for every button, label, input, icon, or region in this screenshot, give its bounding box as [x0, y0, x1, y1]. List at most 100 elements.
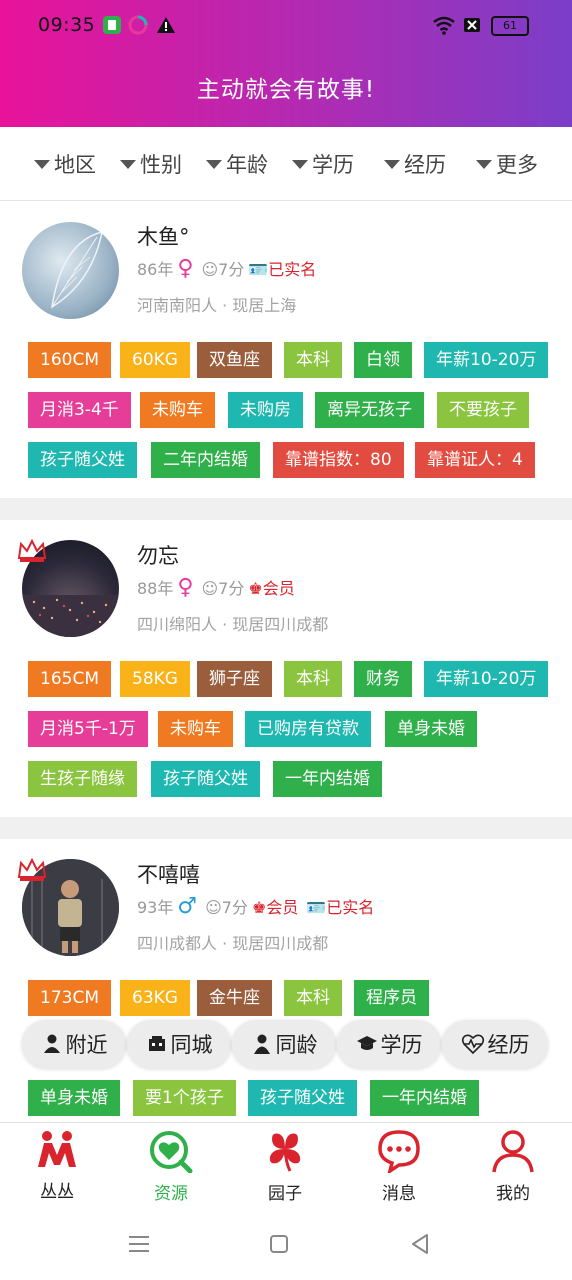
- card-divider: [0, 498, 572, 520]
- male-icon: ♂: [177, 893, 198, 919]
- profile-card[interactable]: 勿忘 88年 ♀ ☺7分 ♚会员 四川绵阳人 · 现居四川成都 165CM 58…: [0, 520, 572, 817]
- people-icon: [38, 1131, 76, 1167]
- nav-tab-messages[interactable]: 消息: [342, 1129, 456, 1204]
- profile-location: 四川成都人 · 现居四川成都: [137, 934, 329, 953]
- tag: 金牛座: [197, 980, 272, 1016]
- tag: 160CM: [28, 342, 111, 378]
- nav-label: 消息: [382, 1184, 416, 1204]
- profile-name: 不嘻嘻: [137, 863, 200, 887]
- tag: 58KG: [120, 661, 190, 697]
- tag: 月消3-4千: [28, 392, 131, 428]
- clover-icon: [269, 1133, 301, 1172]
- nav-tab-congcong[interactable]: 丛丛: [0, 1129, 114, 1202]
- quick-filter-label: 经历: [487, 1033, 530, 1057]
- tag: 未购房: [228, 392, 303, 428]
- heart-search-icon: [150, 1131, 193, 1174]
- quick-filter-same-city[interactable]: 同城: [127, 1020, 231, 1068]
- triangle-down-icon: [34, 159, 50, 169]
- quick-filter-education[interactable]: 学历: [337, 1020, 441, 1068]
- tag: 单身未婚: [385, 711, 477, 747]
- profile-location: 河南南阳人 · 现居上海: [137, 296, 297, 315]
- tag: 要1个孩子: [133, 1080, 236, 1116]
- tag: 狮子座: [197, 661, 272, 697]
- card-divider: [0, 817, 572, 839]
- verified-badge: 🪪已实名: [306, 898, 375, 917]
- filter-label: 学历: [312, 153, 354, 177]
- profile-meta: 86年 ♀ ☺7分 🪪已实名: [137, 255, 324, 281]
- tag: 财务: [354, 661, 412, 697]
- heartbeat-icon: [461, 1034, 484, 1055]
- filter-label: 年龄: [226, 153, 268, 177]
- building-icon: [148, 1036, 165, 1051]
- warning-icon: [157, 17, 175, 33]
- quick-filter-same-age[interactable]: 同龄: [232, 1020, 336, 1068]
- tag: 单身未婚: [28, 1080, 120, 1116]
- badge-label: 已实名: [268, 260, 317, 279]
- profile-card[interactable]: 木鱼° 86年 ♀ ☺7分 🪪已实名 河南南阳人 · 现居上海 160CM 60…: [0, 201, 572, 498]
- tag: 年薪10-20万: [424, 661, 549, 697]
- nav-tab-resources[interactable]: 资源: [114, 1129, 228, 1204]
- female-icon: ♀: [177, 574, 194, 600]
- tag: 63KG: [120, 980, 190, 1016]
- tag: 本科: [284, 661, 342, 697]
- score: ☺7分: [201, 260, 245, 279]
- female-icon: ♀: [177, 255, 194, 281]
- member-badge: ♚会员: [248, 579, 295, 598]
- profile-card[interactable]: 不嘻嘻 93年 ♂ ☺7分 ♚会员 🪪已实名 四川成都人 · 现居四川成都 17…: [0, 839, 572, 1122]
- filter-region[interactable]: 地区: [34, 149, 96, 179]
- filter-label: 地区: [54, 153, 96, 177]
- triangle-down-icon: [292, 159, 308, 169]
- tag: 年薪10-20万: [424, 342, 549, 378]
- tag: 165CM: [28, 661, 111, 697]
- battery-level: 61: [503, 19, 517, 32]
- nav-tab-garden[interactable]: 园子: [228, 1129, 342, 1204]
- birth-year: 88年: [137, 579, 174, 598]
- triangle-down-icon: [384, 159, 400, 169]
- filter-more[interactable]: 更多: [476, 149, 538, 179]
- tag: 一年内结婚: [273, 761, 382, 797]
- tag: 孩子随父姓: [28, 442, 137, 478]
- tag: 月消5千-1万: [28, 711, 148, 747]
- status-bar: 09:35 61: [0, 0, 572, 50]
- birth-year: 86年: [137, 260, 174, 279]
- member-badge: ♚会员: [251, 898, 299, 917]
- verified-badge: 🪪已实名: [248, 260, 317, 279]
- filter-age[interactable]: 年龄: [206, 149, 268, 179]
- filter-gender[interactable]: 性别: [120, 149, 182, 179]
- tag: 未购车: [140, 392, 215, 428]
- bottom-nav: 丛丛 资源 园子 消息 我的: [0, 1122, 572, 1213]
- tag: 白领: [354, 342, 412, 378]
- graduation-cap-icon: [356, 1036, 377, 1050]
- sim-off-icon: [464, 18, 480, 32]
- home-icon[interactable]: [269, 1234, 289, 1254]
- app-notification-icon: [103, 16, 121, 34]
- menu-icon[interactable]: [128, 1234, 150, 1254]
- quick-filter-label: 同龄: [275, 1033, 318, 1057]
- nav-tab-mine[interactable]: 我的: [456, 1129, 570, 1204]
- avatar[interactable]: [22, 222, 119, 319]
- tag: 程序员: [354, 980, 429, 1016]
- person-icon: [253, 1034, 270, 1054]
- filter-label: 性别: [140, 153, 182, 177]
- app-notification-icon: [128, 15, 148, 35]
- filter-experience[interactable]: 经历: [384, 149, 446, 179]
- tag: 靠谱指数：80: [273, 442, 404, 478]
- triangle-down-icon: [476, 159, 492, 169]
- quick-filter-experience[interactable]: 经历: [442, 1020, 548, 1068]
- tag: 60KG: [120, 342, 190, 378]
- tag: 本科: [284, 342, 342, 378]
- wifi-icon: [433, 16, 455, 35]
- tag: 生孩子随缘: [28, 761, 137, 797]
- back-icon[interactable]: [410, 1233, 430, 1255]
- tag: 一年内结婚: [370, 1080, 479, 1116]
- quick-filter-label: 学历: [380, 1033, 423, 1057]
- filter-label: 经历: [404, 153, 446, 177]
- profile-location: 四川绵阳人 · 现居四川成都: [137, 615, 329, 634]
- tag: 孩子随父姓: [151, 761, 260, 797]
- filter-education[interactable]: 学历: [292, 149, 354, 179]
- quick-filter-label: 同城: [170, 1033, 213, 1057]
- birth-year: 93年: [137, 898, 174, 917]
- leaf-image: [51, 230, 103, 309]
- battery-icon: 61: [491, 16, 529, 36]
- quick-filter-nearby[interactable]: 附近: [22, 1020, 126, 1068]
